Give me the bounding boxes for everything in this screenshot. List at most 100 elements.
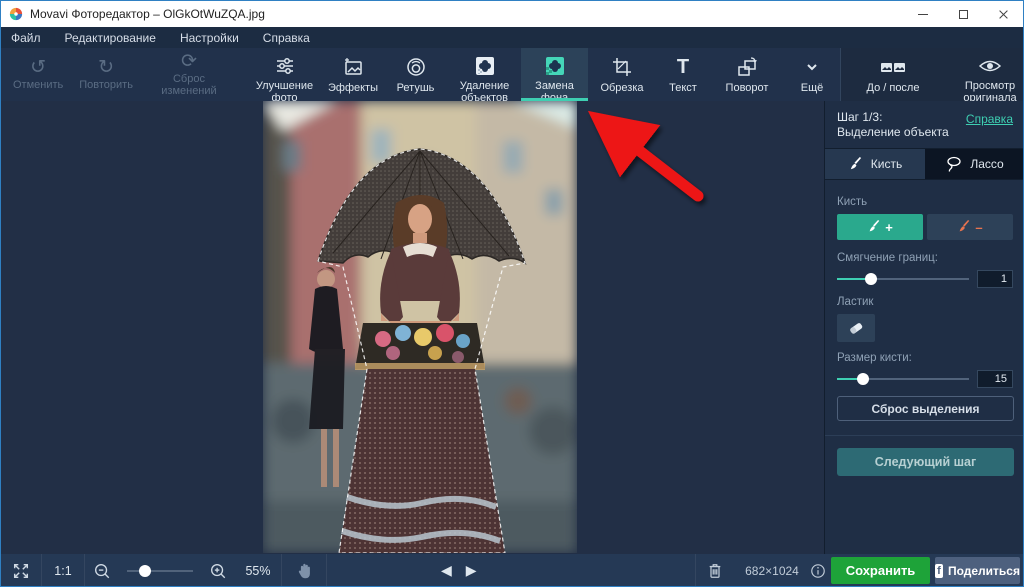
crop-icon [611,55,633,79]
menu-edit[interactable]: Редактирование [65,31,156,45]
share-button[interactable]: f Поделиться [935,557,1020,584]
rotate-icon [736,55,758,79]
brush-icon [848,157,863,172]
brush-subtract-button[interactable]: – [927,214,1013,240]
magnifier-plus-icon [209,562,227,580]
tool-background-replacement[interactable]: Замена фона [521,48,588,101]
step-title-line2: Выделение объекта [837,125,949,140]
zoom-out-button[interactable] [85,562,119,580]
brush-section-label: Кисть [837,196,1013,208]
sliders-icon [274,55,296,77]
soften-slider-thumb[interactable] [865,273,877,285]
before-after-button[interactable]: До / после [841,48,945,101]
next-photo-button[interactable]: ▶ [466,562,477,579]
zoom-slider-thumb[interactable] [139,565,151,577]
brush-minus-icon [957,220,971,234]
menu-bar: Файл Редактирование Настройки Справка [1,27,1023,48]
fit-to-screen-button[interactable] [1,562,41,580]
undo-button[interactable]: ↺ Отменить [5,48,71,101]
minimize-button[interactable] [903,1,943,27]
soften-label: Смягчение границ: [837,252,1013,264]
tool-object-removal[interactable]: Удаление объектов [448,48,521,101]
brush-size-slider-thumb[interactable] [857,373,869,385]
lasso-icon [946,156,962,172]
tool-more[interactable]: Ещё [784,48,840,101]
image-dimensions: 682×1024 [739,564,805,578]
side-panel: Шаг 1/3: Выделение объекта Справка Кисть [824,101,1024,554]
hand-icon [296,562,313,580]
eye-icon [978,55,1002,77]
eraser-label: Ластик [837,296,1013,308]
selection-mode-tabs: Кисть Лассо [825,148,1024,180]
tool-crop[interactable]: Обрезка [588,48,656,101]
redo-button[interactable]: ↻ Повторить [71,48,141,101]
delete-photo-button[interactable] [698,562,732,580]
reset-selection-button[interactable]: Сброс выделения [837,396,1014,421]
chevron-down-icon [801,55,823,79]
tools-group: Улучшение фото Эффекты [246,48,840,101]
maximize-icon [959,10,968,19]
zoom-slider[interactable] [127,565,193,577]
view-group: До / после Просмотр оригинала [840,48,1024,101]
view-original-button[interactable]: Просмотр оригинала [945,48,1024,101]
panel-divider [825,435,1024,436]
reset-changes-button[interactable]: ⟳ Сброс изменений [141,48,237,101]
brush-plus-icon [867,220,881,234]
title-bar: Movavi Фоторедактор – OlGkOtWuZQA.jpg [1,1,1023,27]
before-after-icon [878,55,908,79]
help-link[interactable]: Справка [966,112,1013,126]
maximize-button[interactable] [943,1,983,27]
save-button[interactable]: Сохранить [831,557,930,584]
app-window: Movavi Фоторедактор – OlGkOtWuZQA.jpg Фа… [0,0,1024,587]
close-button[interactable] [983,1,1023,27]
minimize-icon [918,14,928,15]
object-removal-icon [474,55,496,77]
tool-effects[interactable]: Эффекты [323,48,383,101]
menu-file[interactable]: Файл [11,31,41,45]
reset-icon: ⟳ [181,52,197,72]
photo-navigation: ◀ ▶ [441,562,477,579]
history-group: ↺ Отменить ↻ Повторить ⟳ Сброс изменений [1,48,246,101]
retouch-face-icon [405,55,427,79]
menu-help[interactable]: Справка [263,31,310,45]
next-step-button[interactable]: Следующий шаг [837,448,1014,476]
tab-brush[interactable]: Кисть [825,149,925,179]
actual-size-button[interactable]: 1:1 [42,564,84,578]
info-icon [810,563,826,579]
window-title: Movavi Фоторедактор – OlGkOtWuZQA.jpg [30,7,265,21]
hand-tool-button[interactable] [282,562,326,580]
step-title-line1: Шаг 1/3: [837,110,949,125]
tool-text[interactable]: T Текст [656,48,710,101]
photo[interactable] [263,101,577,553]
canvas-area[interactable] [1,101,824,554]
text-icon: T [677,55,689,79]
status-bar: 1:1 55% ◀ ▶ [1,554,1023,587]
brush-size-label: Размер кисти: [837,352,1013,364]
brush-size-value[interactable]: 15 [977,370,1013,388]
soften-value[interactable]: 1 [977,270,1013,288]
redo-icon: ↻ [98,58,114,78]
brush-size-slider[interactable] [837,373,969,385]
brush-add-button[interactable]: + [837,214,923,240]
undo-icon: ↺ [30,58,46,78]
image-info-button[interactable] [807,563,829,579]
tab-lasso[interactable]: Лассо [925,149,1024,179]
magnifier-minus-icon [93,562,111,580]
close-icon [998,9,1009,20]
trash-icon [707,562,723,580]
toolbar: ↺ Отменить ↻ Повторить ⟳ Сброс изменений [1,48,1023,101]
zoom-in-button[interactable] [201,562,235,580]
background-replacement-icon [544,55,566,77]
eraser-icon [847,320,865,336]
fit-screen-icon [12,562,30,580]
tool-enhance[interactable]: Улучшение фото [246,48,323,101]
movavi-logo-icon [9,7,23,21]
prev-photo-button[interactable]: ◀ [441,562,452,579]
soften-slider[interactable] [837,273,969,285]
menu-settings[interactable]: Настройки [180,31,239,45]
facebook-icon: f [935,564,943,578]
tool-retouch[interactable]: Ретушь [383,48,448,101]
tool-rotate[interactable]: Поворот [710,48,784,101]
eraser-button[interactable] [837,314,875,342]
effects-icon [342,55,364,79]
